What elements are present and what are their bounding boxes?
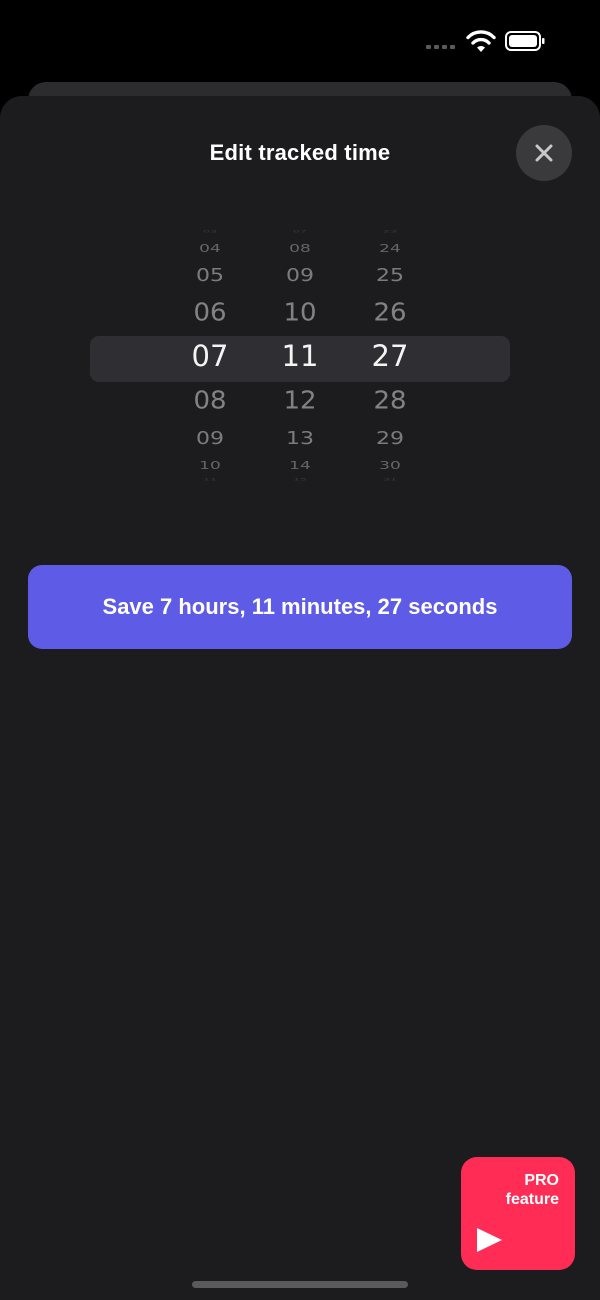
- picker-value: 09: [286, 265, 314, 286]
- screen: Edit tracked time 03 04 05 06 07 08 09 1…: [0, 0, 600, 1300]
- pro-feature-badge[interactable]: PRO feature: [461, 1157, 575, 1270]
- picker-value: 12: [283, 386, 317, 416]
- picker-column-minutes[interactable]: 07 08 09 10 11 12 13 14 15: [250, 225, 350, 485]
- picker-value: 29: [376, 428, 404, 449]
- picker-value: 26: [373, 298, 407, 328]
- home-indicator[interactable]: [192, 1281, 408, 1288]
- picker-value: 13: [286, 428, 314, 449]
- cellular-signal-icon: [426, 45, 455, 49]
- picker-value: 11: [203, 477, 217, 482]
- picker-value: 10: [283, 298, 317, 328]
- picker-column-seconds[interactable]: 23 24 25 26 27 28 29 30 31: [340, 225, 440, 485]
- picker-value: 24: [379, 243, 401, 255]
- wifi-icon: [466, 30, 496, 52]
- picker-value: 30: [379, 460, 401, 472]
- picker-column-hours[interactable]: 03 04 05 06 07 08 09 10 11: [160, 225, 260, 485]
- pro-label: PRO: [524, 1172, 559, 1189]
- time-picker[interactable]: 03 04 05 06 07 08 09 10 11 07 08 09 10 1…: [0, 225, 600, 485]
- status-bar: [0, 0, 600, 80]
- picker-value: 25: [376, 265, 404, 286]
- battery-icon: [505, 31, 545, 51]
- picker-value: 07: [293, 229, 307, 234]
- close-button[interactable]: [516, 125, 572, 181]
- picker-value: 31: [383, 477, 397, 482]
- picker-value: 09: [196, 428, 224, 449]
- pro-feature-label: feature: [505, 1191, 559, 1208]
- picker-value: 28: [373, 386, 407, 416]
- close-icon: [535, 144, 553, 162]
- picker-selected-minutes: 11: [281, 339, 319, 373]
- picker-value: 23: [383, 229, 397, 234]
- picker-value: 08: [289, 243, 311, 255]
- picker-value: 03: [203, 229, 217, 234]
- picker-value: 05: [196, 265, 224, 286]
- save-button[interactable]: Save 7 hours, 11 minutes, 27 seconds: [28, 565, 572, 649]
- picker-value: 10: [199, 460, 221, 472]
- picker-value: 04: [199, 243, 221, 255]
- picker-selected-hours: 07: [191, 339, 229, 373]
- play-icon: [477, 1228, 502, 1252]
- picker-selected-seconds: 27: [371, 339, 409, 373]
- picker-value: 06: [193, 298, 227, 328]
- picker-value: 15: [293, 477, 307, 482]
- picker-value: 14: [289, 460, 311, 472]
- sheet-title: Edit tracked time: [209, 140, 391, 165]
- picker-value: 08: [193, 386, 227, 416]
